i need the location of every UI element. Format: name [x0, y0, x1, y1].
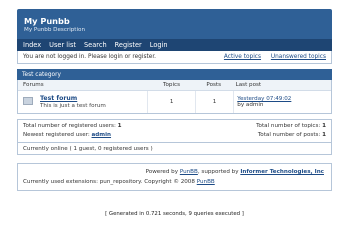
active-topics-link[interactable]: Active topics — [224, 54, 261, 60]
generation-info: [ Generated in 0.721 seconds, 9 queries … — [105, 211, 244, 217]
col-topics: Topics — [163, 82, 180, 88]
forum-status-icon — [23, 97, 33, 105]
stat-topics: Total number of topics: 1 — [256, 123, 326, 129]
stat-topics-value: 1 — [322, 123, 326, 129]
stat-registered-users-value: 1 — [117, 123, 122, 129]
forum-last-post: Yesterday 07:49:02 by admin — [233, 91, 331, 113]
col-posts: Posts — [206, 82, 222, 88]
board-description: My Punbb Description — [24, 27, 86, 33]
copyright-punbb-link[interactable]: PunBB — [197, 179, 215, 185]
main-nav: Index User list Search Register Login — [17, 39, 332, 51]
online-users: Currently online ( 1 guest, 0 registered… — [17, 143, 332, 155]
forum-cell: Test forum This is just a test forum — [18, 91, 147, 113]
forum-posts-count: 1 — [194, 91, 233, 113]
category-header: Test category — [17, 69, 332, 80]
forum-row: Test forum This is just a test forum 1 1… — [18, 91, 331, 113]
page: My Punbb My Punbb Description Index User… — [17, 9, 332, 217]
board-stats: Total number of registered users: 1 Newe… — [17, 119, 332, 143]
stat-posts-value: 1 — [322, 132, 326, 138]
stat-topics-label: Total number of topics: — [256, 123, 321, 129]
stat-posts-label: Total number of posts: — [257, 132, 321, 138]
powered-prefix: Powered by — [145, 169, 179, 175]
nav-user-list[interactable]: User list — [49, 41, 76, 49]
nav-register[interactable]: Register — [115, 41, 142, 49]
stat-newest-user-label: Newest registered user: — [23, 132, 90, 138]
board-footer: Powered by PunBB, supported by Informer … — [17, 163, 332, 191]
nav-login[interactable]: Login — [150, 41, 168, 49]
unanswered-topics-link[interactable]: Unanswered topics — [271, 54, 326, 60]
login-status-message: You are not logged in. Please login or r… — [23, 54, 157, 60]
board-title[interactable]: My Punbb — [24, 16, 70, 26]
login-status-bar: You are not logged in. Please login or r… — [17, 51, 332, 64]
board-header: My Punbb My Punbb Description — [17, 9, 332, 39]
forum-table-header: Forums Topics Posts Last post — [18, 80, 331, 91]
last-post-author: by admin — [237, 102, 264, 108]
forum-topics-value: 1 — [169, 99, 174, 105]
status-links: Active topics Unanswered topics — [216, 54, 326, 60]
col-forums: Forums — [23, 82, 44, 88]
extensions-copyright: Currently used extensions: pun_repositor… — [23, 179, 215, 185]
stat-registered-users: Total number of registered users: 1 — [23, 123, 122, 129]
forum-description: This is just a test forum — [40, 103, 106, 109]
forum-posts-value: 1 — [212, 99, 217, 105]
powered-by: Powered by PunBB, supported by Informer … — [146, 169, 324, 175]
supported-by-text: , supported by — [197, 169, 239, 175]
forum-topics-count: 1 — [147, 91, 194, 113]
stat-registered-users-label: Total number of registered users: — [23, 123, 116, 129]
nav-search[interactable]: Search — [84, 41, 107, 49]
nav-index[interactable]: Index — [23, 41, 41, 49]
stat-posts: Total number of posts: 1 — [258, 132, 326, 138]
informer-link[interactable]: Informer Technologies, Inc — [240, 169, 324, 175]
punbb-link[interactable]: PunBB — [180, 169, 198, 175]
col-last-post: Last post — [235, 82, 262, 88]
extensions-text: Currently used extensions: pun_repositor… — [23, 179, 195, 185]
newest-user-link[interactable]: admin — [92, 132, 112, 138]
stat-newest-user: Newest registered user: admin — [23, 132, 111, 138]
forum-table: Forums Topics Posts Last post Test forum… — [17, 80, 332, 114]
forum-name-link[interactable]: Test forum — [40, 95, 147, 102]
